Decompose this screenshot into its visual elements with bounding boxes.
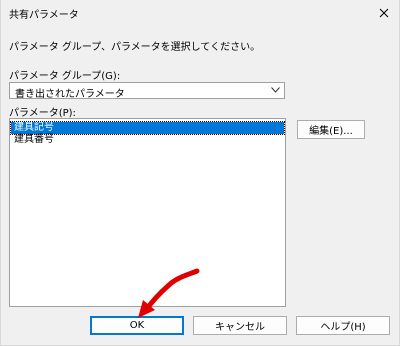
close-icon: [379, 8, 389, 18]
title-bar: 共有パラメータ: [1, 0, 399, 26]
help-button[interactable]: ヘルプ(H): [296, 316, 390, 335]
edit-button[interactable]: 編集(E)...: [297, 120, 365, 139]
list-item[interactable]: 建具番号: [11, 134, 284, 146]
list-item[interactable]: 建具記号: [10, 121, 285, 135]
close-button[interactable]: [369, 0, 399, 26]
instruction-text: パラメータ グループ、パラメータを選択してください。: [9, 42, 261, 53]
parameters-label: パラメータ(P):: [9, 108, 76, 119]
chevron-down-icon: [271, 87, 280, 93]
window-title: 共有パラメータ: [9, 10, 79, 21]
cancel-button[interactable]: キャンセル: [193, 316, 287, 335]
parameter-group-dropdown[interactable]: 書き出されたパラメータ: [9, 82, 285, 100]
ok-button[interactable]: OK: [90, 316, 184, 335]
parameter-group-value: 書き出されたパラメータ: [15, 89, 125, 100]
shared-parameters-dialog: 共有パラメータ パラメータ グループ、パラメータを選択してください。 パラメータ…: [0, 0, 400, 346]
parameters-list[interactable]: 建具記号 建具番号: [9, 118, 286, 307]
group-label: パラメータ グループ(G):: [9, 71, 121, 82]
